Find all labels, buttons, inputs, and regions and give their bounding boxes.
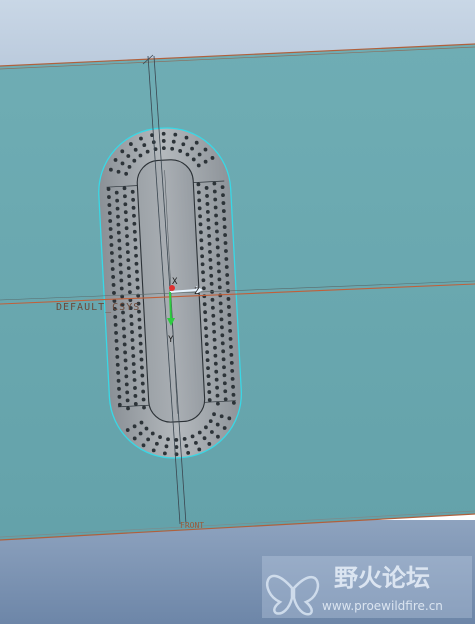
watermark: 野火论坛 www.proewildfire.cn — [262, 556, 472, 618]
model-viewport[interactable]: X Z Y DEFAULT_CSYS FRONT 野火论坛 www.proewi… — [0, 0, 475, 624]
plate-surface[interactable] — [0, 44, 475, 540]
watermark-url: www.proewildfire.cn — [322, 599, 443, 613]
csys-x-label: X — [172, 277, 178, 287]
bottom-datum-label[interactable]: FRONT — [180, 521, 204, 530]
default-csys-label[interactable]: DEFAULT_CSYS — [56, 302, 140, 313]
csys-y-arrow — [169, 291, 172, 321]
watermark-title: 野火论坛 — [334, 564, 430, 592]
csys-z-label: Z — [194, 287, 200, 297]
csys-y-label: Y — [168, 335, 174, 345]
